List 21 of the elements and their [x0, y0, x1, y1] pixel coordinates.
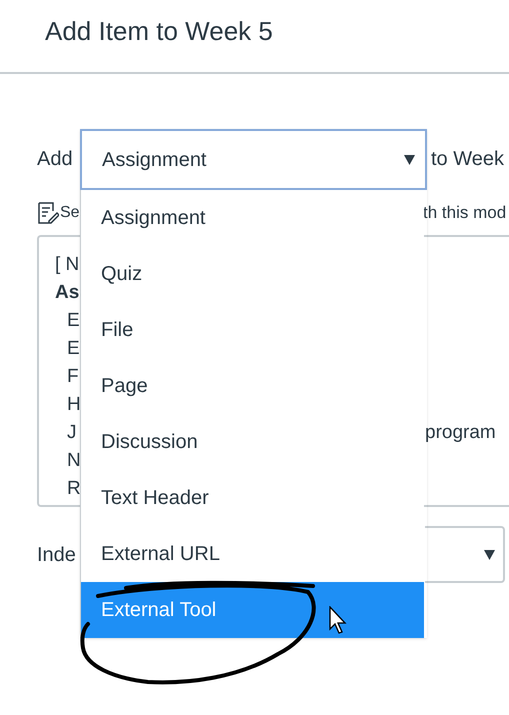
list-item-text: [ N: [54, 254, 80, 275]
caret-icon: [404, 154, 415, 164]
item-type-select[interactable]: Assignment: [80, 129, 427, 190]
hint-text: th this mod: [423, 202, 506, 224]
to-week-label: to Week: [431, 147, 504, 172]
list-item-text: N: [66, 450, 81, 471]
dialog-title: Add Item to Week 5: [45, 15, 274, 48]
list-item-text: H: [66, 394, 81, 415]
mouse-pointer-icon: [329, 606, 348, 634]
list-item-text: program: [425, 420, 496, 445]
hint-text: Se: [60, 203, 80, 223]
list-item-text: E: [66, 338, 80, 359]
caret-icon: [484, 550, 495, 560]
add-label: Add: [37, 147, 74, 172]
edit-note-icon: [37, 201, 59, 225]
list-item-text: R: [66, 478, 81, 499]
module-heading: As: [54, 282, 80, 303]
list-item-text: E: [66, 310, 80, 331]
list-item-text: J: [66, 422, 76, 443]
indent-label: Inde: [37, 542, 77, 568]
list-item-text: F: [66, 366, 79, 387]
